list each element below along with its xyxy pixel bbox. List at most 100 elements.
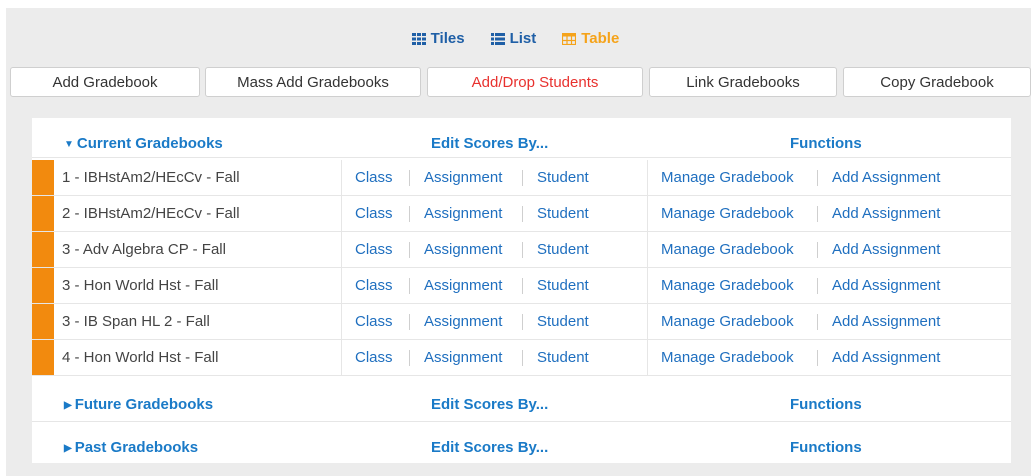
gradebook-color-bar [32,304,54,339]
gradebook-row: 4 - Hon World Hst - Fall Class Assignment S… [32,340,1011,376]
link-separator [817,314,818,330]
gradebook-name[interactable]: 2 - IBHstAm2/HEcCv - Fall [62,196,240,232]
link-separator [409,278,410,294]
column-divider [647,340,648,375]
edit-by-class-link[interactable]: Class [355,196,393,232]
past-gradebooks-toggle[interactable]: ▶ Past Gradebooks [64,439,198,456]
edit-by-class-link[interactable]: Class [355,232,393,268]
edit-by-assignment-link[interactable]: Assignment [424,196,502,232]
table-icon [562,32,577,45]
add-assignment-link[interactable]: Add Assignment [832,196,940,232]
manage-gradebook-link[interactable]: Manage Gradebook [661,160,794,196]
current-gradebooks-label: Current Gradebooks [76,135,223,152]
edit-by-student-link[interactable]: Student [537,232,589,268]
current-gradebooks-toggle[interactable]: ▼ Current Gradebooks [64,135,223,152]
view-tiles[interactable]: Tiles [411,30,465,47]
add-assignment-link[interactable]: Add Assignment [832,340,940,376]
edit-by-assignment-link[interactable]: Assignment [424,340,502,376]
column-divider [647,232,648,267]
link-separator [817,350,818,366]
column-divider [341,340,342,375]
manage-gradebook-link[interactable]: Manage Gradebook [661,304,794,340]
link-separator [817,242,818,258]
edit-by-student-link[interactable]: Student [537,340,589,376]
view-table[interactable]: Table [562,30,619,47]
link-separator [522,350,523,366]
gradebook-row: 3 - Adv Algebra CP - Fall Class Assignment… [32,232,1011,268]
gradebook-name[interactable]: 3 - IB Span HL 2 - Fall [62,304,210,340]
functions-header: Functions [790,439,862,456]
current-gradebooks-header: ▼ Current Gradebooks Edit Scores By... Fu… [32,118,1011,158]
past-gradebooks-label: Past Gradebooks [74,439,199,456]
manage-gradebook-link[interactable]: Manage Gradebook [661,268,794,304]
gradebook-row: 3 - IB Span HL 2 - Fall Class Assignment St… [32,304,1011,340]
gradebook-row: 2 - IBHstAm2/HEcCv - Fall Class Assignment… [32,196,1011,232]
view-list[interactable]: List [490,30,537,47]
link-separator [522,170,523,186]
manage-gradebook-link[interactable]: Manage Gradebook [661,232,794,268]
add-assignment-link[interactable]: Add Assignment [832,268,940,304]
view-toggle: Tiles List Table [0,30,1031,47]
gradebook-name[interactable]: 3 - Adv Algebra CP - Fall [62,232,226,268]
edit-by-student-link[interactable]: Student [537,160,589,196]
link-separator [522,242,523,258]
edit-by-class-link[interactable]: Class [355,268,393,304]
link-separator [522,314,523,330]
triangle-right-icon: ▶ [64,400,72,411]
link-separator [409,350,410,366]
column-divider [341,304,342,339]
column-divider [647,304,648,339]
edit-scores-header: Edit Scores By... [431,439,549,456]
edit-by-assignment-link[interactable]: Assignment [424,232,502,268]
mass-add-gradebooks-button[interactable]: Mass Add Gradebooks [205,67,421,97]
gradebook-color-bar [32,340,54,375]
gradebook-table: ▼ Current Gradebooks Edit Scores By... Fu… [32,118,1011,463]
edit-scores-header: Edit Scores By... [431,135,549,152]
gradebook-color-bar [32,232,54,267]
view-table-label: Table [581,30,620,47]
gradebook-name[interactable]: 3 - Hon World Hst - Fall [62,268,218,304]
edit-by-assignment-link[interactable]: Assignment [424,304,502,340]
edit-by-class-link[interactable]: Class [355,340,393,376]
add-drop-students-button[interactable]: Add/Drop Students [427,67,643,97]
link-gradebooks-button[interactable]: Link Gradebooks [649,67,837,97]
gradebook-toolbar: Add Gradebook Mass Add Gradebooks Add/Dr… [0,67,1031,99]
link-separator [409,206,410,222]
add-assignment-link[interactable]: Add Assignment [832,232,940,268]
gradebook-color-bar [32,268,54,303]
past-gradebooks-header: ▶ Past Gradebooks Edit Scores By... Funct… [32,428,1011,463]
functions-header: Functions [790,396,862,413]
future-gradebooks-toggle[interactable]: ▶ Future Gradebooks [64,396,213,413]
edit-by-student-link[interactable]: Student [537,196,589,232]
column-divider [647,160,648,195]
column-divider [647,268,648,303]
edit-by-assignment-link[interactable]: Assignment [424,268,502,304]
edit-by-student-link[interactable]: Student [537,268,589,304]
link-separator [522,206,523,222]
view-tiles-label: Tiles [430,30,465,47]
column-divider [341,196,342,231]
manage-gradebook-link[interactable]: Manage Gradebook [661,340,794,376]
gradebook-name[interactable]: 1 - IBHstAm2/HEcCv - Fall [62,160,240,196]
triangle-right-icon: ▶ [64,443,72,454]
link-separator [817,206,818,222]
add-gradebook-button[interactable]: Add Gradebook [10,67,200,97]
edit-by-assignment-link[interactable]: Assignment [424,160,502,196]
view-list-label: List [509,30,537,47]
edit-by-class-link[interactable]: Class [355,304,393,340]
edit-scores-header: Edit Scores By... [431,396,549,413]
gradebook-color-bar [32,160,54,195]
link-separator [409,314,410,330]
functions-header: Functions [790,135,862,152]
add-assignment-link[interactable]: Add Assignment [832,160,940,196]
edit-by-class-link[interactable]: Class [355,160,393,196]
link-separator [409,242,410,258]
copy-gradebook-button[interactable]: Copy Gradebook [843,67,1031,97]
column-divider [341,160,342,195]
future-gradebooks-header: ▶ Future Gradebooks Edit Scores By... Fun… [32,385,1011,422]
manage-gradebook-link[interactable]: Manage Gradebook [661,196,794,232]
gradebook-name[interactable]: 4 - Hon World Hst - Fall [62,340,218,376]
add-assignment-link[interactable]: Add Assignment [832,304,940,340]
gradebook-row: 3 - Hon World Hst - Fall Class Assignment S… [32,268,1011,304]
edit-by-student-link[interactable]: Student [537,304,589,340]
